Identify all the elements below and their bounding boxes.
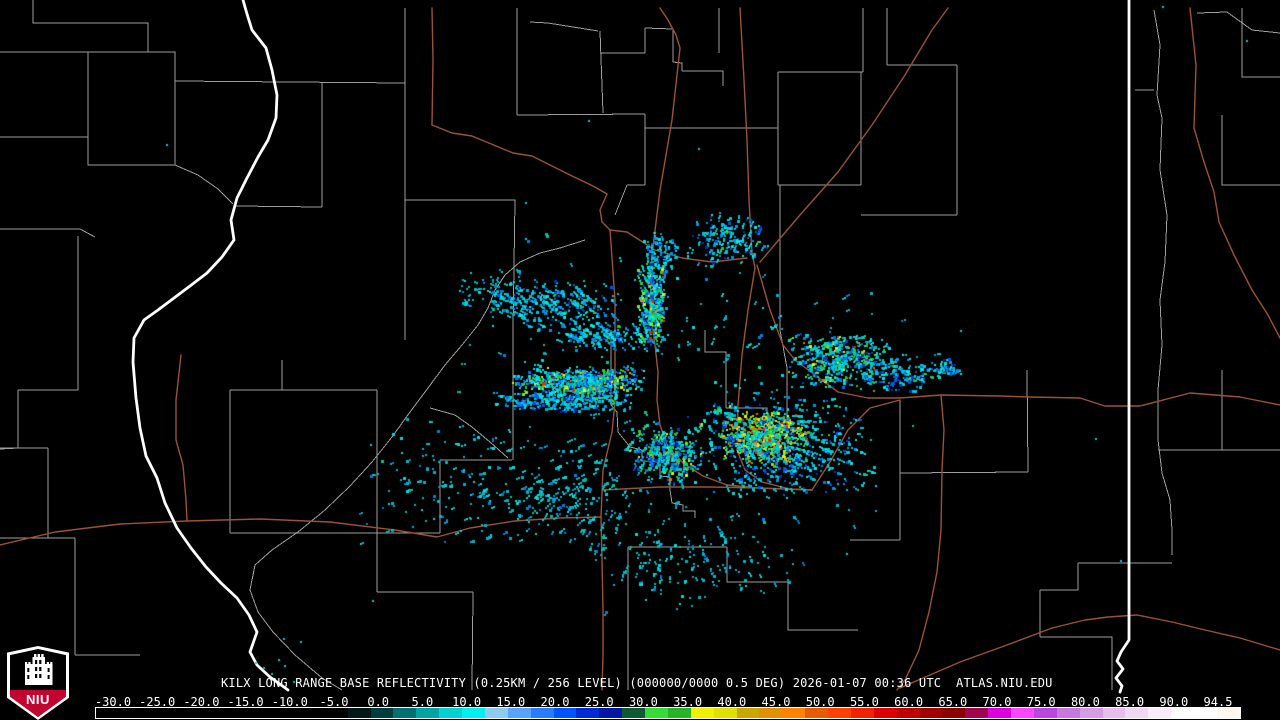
colorbar-segment <box>988 708 1011 718</box>
colorbar-segment <box>1011 708 1034 718</box>
colorbar-segment <box>1125 708 1148 718</box>
colorbar-segment <box>691 708 714 718</box>
reflectivity-colorbar <box>95 707 1241 719</box>
castle-icon <box>18 653 58 687</box>
colorbar-segment <box>1217 708 1240 718</box>
colorbar-segment <box>965 708 988 718</box>
colorbar-segment <box>1103 708 1126 718</box>
colorbar-segment <box>393 708 416 718</box>
radar-display: KILX LONG RANGE BASE REFLECTIVITY (0.25K… <box>0 0 1280 720</box>
colorbar-segment <box>599 708 622 718</box>
niu-logo-text: NIU <box>26 692 50 707</box>
product-title: KILX LONG RANGE BASE REFLECTIVITY (0.25K… <box>221 676 1053 690</box>
colorbar-segment <box>828 708 851 718</box>
colorbar-segment <box>714 708 737 718</box>
colorbar-segment <box>737 708 760 718</box>
colorbar-segment <box>576 708 599 718</box>
colorbar-segment <box>622 708 645 718</box>
colorbar-segment <box>1171 708 1194 718</box>
colorbar-segment <box>759 708 782 718</box>
colorbar-below-zero-segment <box>96 708 348 718</box>
colorbar-segment <box>439 708 462 718</box>
niu-logo: NIU <box>7 646 69 720</box>
colorbar-segment <box>508 708 531 718</box>
niu-shield: NIU <box>10 649 66 717</box>
colorbar-segment <box>1194 708 1217 718</box>
colorbar-segment <box>416 708 439 718</box>
colorbar-segment <box>897 708 920 718</box>
colorbar-segment <box>1057 708 1080 718</box>
colorbar-segment <box>645 708 668 718</box>
colorbar-segment <box>462 708 485 718</box>
colorbar-segment <box>942 708 965 718</box>
colorbar-segment <box>805 708 828 718</box>
colorbar-segment <box>668 708 691 718</box>
radar-echo-layer <box>0 0 1280 720</box>
colorbar-segment <box>851 708 874 718</box>
colorbar-segment <box>485 708 508 718</box>
colorbar-segment <box>874 708 897 718</box>
colorbar-segment <box>1148 708 1171 718</box>
colorbar-segment <box>1080 708 1103 718</box>
colorbar-segment <box>920 708 943 718</box>
colorbar-segment <box>782 708 805 718</box>
colorbar-segment <box>371 708 394 718</box>
colorbar-segment <box>554 708 577 718</box>
colorbar-segment <box>1034 708 1057 718</box>
colorbar-segment <box>348 708 371 718</box>
colorbar-segment <box>531 708 554 718</box>
